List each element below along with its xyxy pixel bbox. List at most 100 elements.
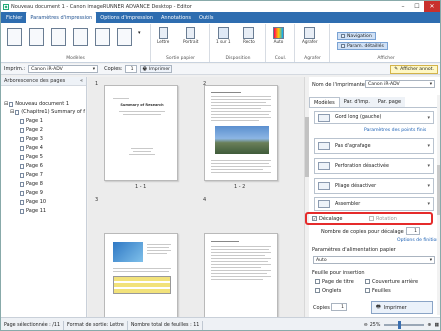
tree-page[interactable]: Page 5 — [20, 154, 43, 160]
tree-page[interactable]: Page 10 — [20, 199, 46, 205]
orientation-button[interactable]: Portrait — [183, 27, 198, 44]
tree-root[interactable]: ⊟ Nouveau document 1 — [4, 101, 69, 107]
page-icon — [20, 181, 24, 187]
navigation-toggle[interactable]: Navigation — [337, 32, 376, 40]
offset-checkbox[interactable]: ✓ Décalage — [312, 216, 342, 222]
staple-option-icon — [318, 142, 330, 150]
duplex-icon — [243, 27, 255, 39]
tree-page[interactable]: Page 8 — [20, 181, 43, 187]
back-cover-checkbox[interactable]: Couverture arrière — [365, 279, 418, 285]
copies-bottom-input[interactable]: 1 — [331, 303, 347, 311]
zoom-slider-thumb[interactable] — [398, 321, 402, 329]
finishing-options-link[interactable]: Options de finition — [397, 238, 439, 243]
scrollbar-thumb[interactable] — [437, 165, 440, 215]
collate-select[interactable]: Assembler ▾ — [314, 197, 434, 211]
expand-icon[interactable]: ⊟ — [4, 101, 8, 107]
expand-icon[interactable]: ⊟ — [10, 109, 14, 115]
fold-select[interactable]: Pliage désactiver ▾ — [314, 178, 434, 194]
navigation-icon — [341, 34, 345, 38]
stapling-select[interactable]: Pas d'agrafage ▾ — [314, 138, 434, 154]
page-icon — [20, 118, 24, 124]
group-coul: Auto Coul. — [267, 24, 295, 62]
color-mode-button[interactable]: Auto — [273, 27, 284, 44]
tab-outils[interactable]: Outils — [195, 12, 217, 23]
group-sortie-papier: Lettre Portrait Sortie papier — [152, 24, 210, 62]
group-label-sortie-papier: Sortie papier — [165, 56, 195, 61]
page-icon — [20, 172, 24, 178]
tab-annotations[interactable]: Annotations — [157, 12, 195, 23]
printer-label: Imprim.: — [4, 66, 26, 72]
maximize-button[interactable]: ☐ — [410, 1, 424, 12]
rotation-checkbox[interactable]: Rotation — [369, 216, 397, 222]
tree-page[interactable]: Page 3 — [20, 136, 43, 142]
copies-input[interactable]: 1 — [124, 65, 137, 73]
binding-select[interactable]: Gord long (gauche) ▾ — [314, 111, 434, 124]
color-icon — [273, 27, 284, 39]
template-1-icon[interactable] — [7, 28, 22, 46]
template-more-icon[interactable]: ▾ — [138, 30, 141, 36]
color-mode-label: Auto — [273, 39, 284, 44]
template-5-icon[interactable] — [95, 28, 110, 46]
duplex-button[interactable]: Recto — [243, 27, 255, 44]
collate-icon — [318, 200, 330, 208]
template-4-icon[interactable] — [73, 28, 88, 46]
document-icon — [9, 101, 14, 107]
tab-fichier[interactable]: Fichier — [2, 12, 26, 23]
close-button[interactable]: ✕ — [424, 1, 440, 12]
tree-page-label: Page 9 — [26, 190, 43, 196]
navigation-label: Navigation — [347, 33, 372, 39]
page-thumbnail-4[interactable] — [204, 233, 278, 317]
tree-page[interactable]: Page 7 — [20, 172, 43, 178]
template-2-icon[interactable] — [29, 28, 44, 46]
cover-page-checkbox[interactable]: Page de titre — [315, 279, 354, 285]
collapse-icon[interactable]: « — [80, 78, 83, 84]
checkbox-icon — [365, 279, 370, 284]
paper-size-button[interactable]: Lettre — [157, 27, 169, 44]
punch-select[interactable]: Perforation désactivée ▾ — [314, 158, 434, 174]
group-modeles: ▾ Modèles — [1, 24, 151, 62]
tree-page[interactable]: Page 6 — [20, 163, 43, 169]
template-3-icon[interactable] — [51, 28, 66, 46]
zoom-slider[interactable] — [384, 321, 425, 329]
paper-source-label: Paramètres d'alimentation papier — [312, 247, 396, 253]
finishing-points-link[interactable]: Paramètres des points finis — [364, 128, 426, 133]
status-bar: Page sélectionnée : /11 Format de sortie… — [1, 317, 440, 330]
show-annotations-button[interactable]: ✎ Afficher annot. — [390, 64, 438, 74]
tab-parametres-impression[interactable]: Paramètres d'impression — [26, 12, 97, 23]
detailed-settings-toggle[interactable]: Param. détaillés — [337, 42, 388, 50]
page-thumbnail-2[interactable] — [204, 85, 278, 181]
printer-name-select[interactable]: Canon iR-ADV ▾ — [365, 80, 435, 88]
group-label-agrafer: Agrafer — [304, 56, 321, 61]
print-button[interactable]: 🖶 Imprimer — [139, 65, 172, 73]
page-icon — [20, 208, 24, 214]
template-6-icon[interactable] — [117, 28, 132, 46]
zoom-out-icon[interactable]: ⊖ — [364, 323, 368, 328]
page-thumbnail-3[interactable] — [104, 233, 178, 317]
settings-scrollbar[interactable] — [437, 95, 440, 315]
offset-copies-input[interactable]: 1 — [406, 227, 420, 235]
printer-select[interactable]: Canon iR-ADV ▾ — [28, 65, 99, 73]
tree-page[interactable]: Page 4 — [20, 145, 43, 151]
print-main-button[interactable]: 🖶 Imprimer — [371, 301, 433, 314]
tree-chapter[interactable]: ⊟ (Chapitre1) Summary of f — [10, 109, 85, 115]
tree-page[interactable]: Page 9 — [20, 190, 43, 196]
tab-par-imp[interactable]: Par. d'imp. — [339, 97, 374, 107]
page-thumbnail-1[interactable]: Summary of Research — [104, 85, 178, 181]
minimize-button[interactable]: – — [396, 1, 410, 12]
tree-page-label: Page 6 — [26, 163, 43, 169]
tree-page[interactable]: Page 2 — [20, 127, 43, 133]
paper-source-select[interactable]: Auto ▾ — [313, 256, 435, 264]
zoom-in-icon[interactable]: ⊕ — [427, 323, 431, 328]
tab-modeles[interactable]: Modèles — [309, 97, 340, 107]
view-mode-icon[interactable]: ▦ — [434, 323, 439, 328]
tab-options-impression[interactable]: Options d'impression — [96, 12, 157, 23]
sheets-checkbox[interactable]: Feuilles — [365, 288, 391, 294]
tab-par-page[interactable]: Par. page — [373, 97, 406, 107]
tree-page[interactable]: Page 1 — [20, 118, 43, 124]
pages-per-sheet-button[interactable]: 1 sur 1 — [216, 27, 231, 44]
tree-page[interactable]: Page 11 — [20, 208, 46, 214]
staple-button[interactable]: Agrafer — [302, 27, 318, 44]
zoom-level: 25% — [369, 322, 381, 328]
tabs-checkbox[interactable]: Onglets — [315, 288, 341, 294]
paper-source-value: Auto — [316, 257, 327, 263]
